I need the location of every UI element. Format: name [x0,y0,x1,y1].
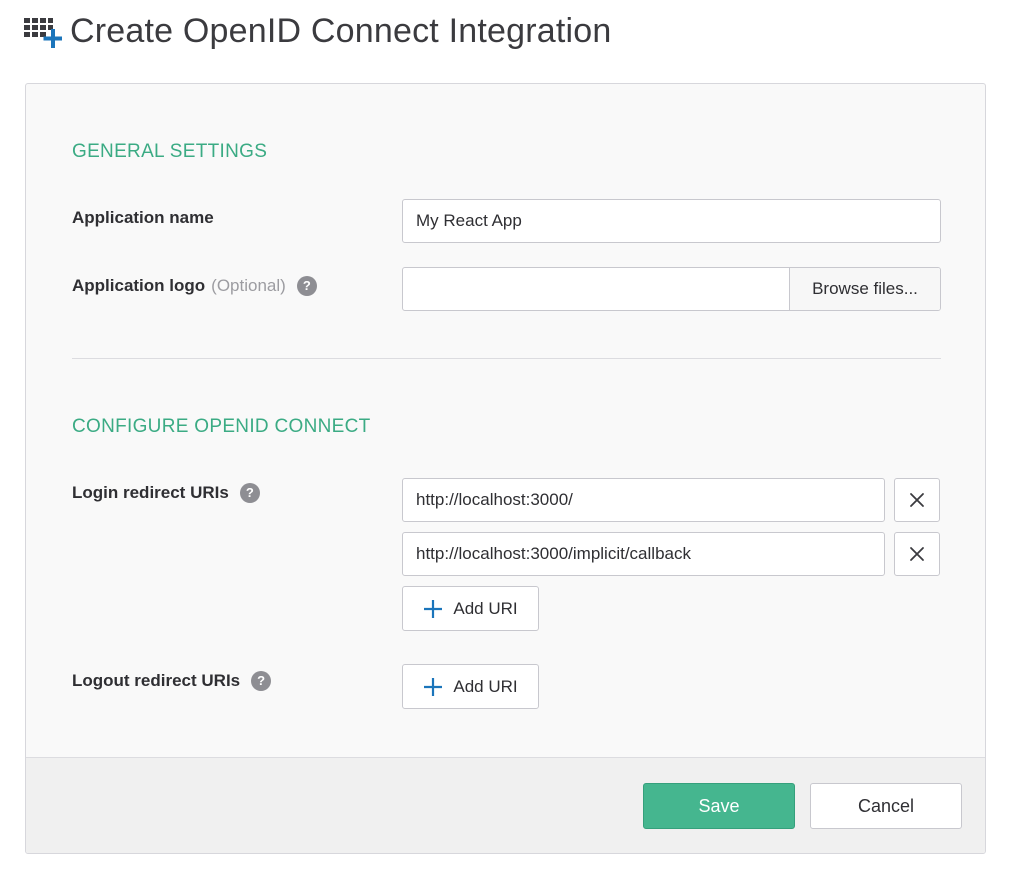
login-redirect-uris-label-text: Login redirect URIs [72,483,229,502]
form-footer: Save Cancel [26,757,985,853]
login-redirect-uris-label: Login redirect URIs ? [72,483,260,503]
add-uri-label: Add URI [453,676,518,696]
logout-redirect-uris-label-text: Logout redirect URIs [72,671,241,690]
add-logout-uri-button[interactable]: Add URI [402,664,539,709]
page-header: Create OpenID Connect Integration [24,6,611,56]
integration-form-card: GENERAL SETTINGS Application name Applic… [25,83,986,854]
save-button[interactable]: Save [643,783,795,829]
add-uri-label: Add URI [453,598,518,618]
application-logo-label-text: Application logo [72,276,206,295]
close-icon [910,493,924,507]
application-name-label-text: Application name [72,208,214,227]
remove-uri-button[interactable] [894,532,940,576]
section-divider [72,358,941,359]
plus-icon [424,677,443,696]
optional-hint: (Optional) [211,276,286,295]
plus-icon [424,599,443,618]
configure-openid-heading: CONFIGURE OPENID CONNECT [72,416,371,437]
form-body: GENERAL SETTINGS Application name Applic… [26,84,985,760]
page-title: Create OpenID Connect Integration [70,11,612,50]
application-name-input[interactable] [402,199,941,243]
logo-file-name[interactable] [403,268,789,310]
remove-uri-button[interactable] [894,478,940,522]
add-login-uri-button[interactable]: Add URI [402,586,539,631]
application-name-label: Application name [72,208,214,228]
cancel-button[interactable]: Cancel [810,783,962,829]
application-logo-file-field: Browse files... [402,267,941,311]
question-icon[interactable]: ? [296,276,317,296]
login-redirect-uri-input[interactable] [402,532,885,576]
general-settings-heading: GENERAL SETTINGS [72,141,268,162]
close-icon [910,547,924,561]
question-icon[interactable]: ? [239,483,260,503]
browse-files-button[interactable]: Browse files... [789,268,940,310]
login-redirect-uri-input[interactable] [402,478,885,522]
question-icon[interactable]: ? [251,671,272,691]
grid-plus-icon [24,18,62,48]
logout-redirect-uris-label: Logout redirect URIs ? [72,671,272,691]
application-logo-label: Application logo (Optional) ? [72,276,317,296]
